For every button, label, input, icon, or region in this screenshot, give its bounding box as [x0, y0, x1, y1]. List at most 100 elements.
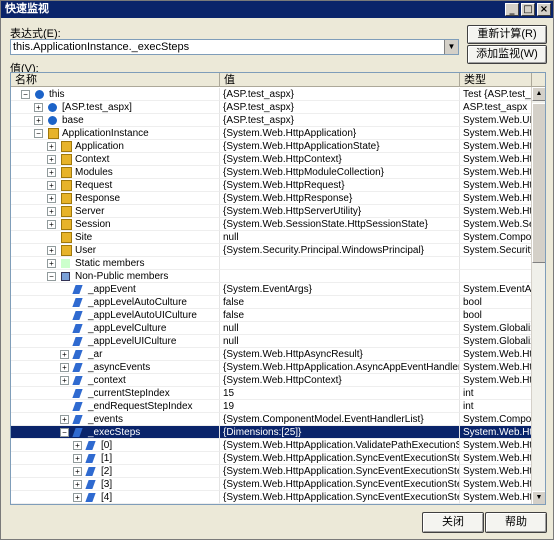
value-cell[interactable]: false: [220, 309, 460, 322]
value-cell[interactable]: 19: [220, 400, 460, 413]
column-header-type[interactable]: 类型: [460, 73, 532, 87]
expand-icon[interactable]: +: [73, 467, 82, 476]
name-cell[interactable]: + _asyncEvents: [11, 361, 220, 374]
tree-row[interactable]: + Static members: [11, 257, 532, 270]
value-cell[interactable]: {System.Security.Principal.WindowsPrinci…: [220, 244, 460, 257]
tree-row[interactable]: + Context {System.Web.HttpContext} System.W…: [11, 153, 532, 166]
name-cell[interactable]: + Request: [11, 179, 220, 192]
add-watch-button[interactable]: 添加监视(W): [467, 45, 547, 64]
name-cell[interactable]: Site: [11, 231, 220, 244]
expand-icon[interactable]: +: [60, 350, 69, 359]
expand-icon[interactable]: +: [47, 194, 56, 203]
expression-combo[interactable]: this.ApplicationInstance._execSteps ▼: [10, 39, 459, 55]
tree-row[interactable]: + [4] {System.Web.HttpApplication.SyncEven…: [11, 491, 532, 504]
tree-row[interactable]: _appLevelAutoCulture false bool: [11, 296, 532, 309]
value-cell[interactable]: {ASP.test_aspx}: [220, 101, 460, 114]
name-cell[interactable]: _appEvent: [11, 283, 220, 296]
value-cell[interactable]: {System.Web.HttpApplication.SyncEventExe…: [220, 452, 460, 465]
tree-row[interactable]: + Server {System.Web.HttpServerUtility} Sys…: [11, 205, 532, 218]
tree-row[interactable]: + base {ASP.test_aspx}System.Web.UI.Pa: [11, 114, 532, 127]
name-cell[interactable]: + base: [11, 114, 220, 127]
value-cell[interactable]: 15: [220, 387, 460, 400]
tree-row[interactable]: + Session {System.Web.SessionState.HttpSes…: [11, 218, 532, 231]
minimize-button[interactable]: _: [505, 3, 519, 16]
collapse-icon[interactable]: −: [47, 272, 56, 281]
tree-row[interactable]: − _execSteps {Dimensions:[25]} System.Web.H…: [11, 426, 532, 439]
close-button[interactable]: 关闭: [422, 512, 484, 533]
tree-row[interactable]: − Non-Public members: [11, 270, 532, 283]
value-cell[interactable]: {System.Web.HttpContext}: [220, 374, 460, 387]
value-cell[interactable]: {System.Web.HttpAsyncResult}: [220, 348, 460, 361]
name-cell[interactable]: + [ASP.test_aspx]: [11, 101, 220, 114]
name-cell[interactable]: _appLevelAutoUICulture: [11, 309, 220, 322]
value-cell[interactable]: {System.Web.HttpApplicationState}: [220, 140, 460, 153]
collapse-icon[interactable]: −: [60, 428, 69, 437]
name-cell[interactable]: _currentStepIndex: [11, 387, 220, 400]
column-header-name[interactable]: 名称: [11, 73, 220, 87]
tree-row[interactable]: _appEvent {System.EventArgs} System.EventA…: [11, 283, 532, 296]
value-cell[interactable]: {System.EventArgs}: [220, 283, 460, 296]
expand-icon[interactable]: +: [47, 155, 56, 164]
expression-value[interactable]: this.ApplicationInstance._execSteps: [13, 41, 189, 53]
tree-row[interactable]: _appLevelCulture nullSystem.Globalizatio: [11, 322, 532, 335]
close-window-button[interactable]: ×: [537, 3, 551, 16]
expand-icon[interactable]: +: [73, 441, 82, 450]
expand-icon[interactable]: +: [73, 454, 82, 463]
value-cell[interactable]: false: [220, 296, 460, 309]
tree-row[interactable]: + _context {System.Web.HttpContext} System.…: [11, 374, 532, 387]
value-cell[interactable]: {ASP.test_aspx}: [220, 114, 460, 127]
value-cell[interactable]: [220, 270, 460, 283]
tree-row[interactable]: _appLevelUICulture nullSystem.Globalizati…: [11, 335, 532, 348]
value-cell[interactable]: {System.Web.HttpApplication.AsyncAppEven…: [220, 361, 460, 374]
name-cell[interactable]: + Context: [11, 153, 220, 166]
scroll-down-icon[interactable]: ▼: [532, 491, 545, 504]
value-cell[interactable]: {System.Web.HttpApplication}: [220, 127, 460, 140]
maximize-button[interactable]: □: [521, 3, 535, 16]
tree-row[interactable]: _currentStepIndex 15 int: [11, 387, 532, 400]
expand-icon[interactable]: +: [47, 246, 56, 255]
value-cell[interactable]: {System.Web.HttpApplication.SyncEventExe…: [220, 491, 460, 504]
tree-row[interactable]: − ApplicationInstance {System.Web.HttpAppl…: [11, 127, 532, 140]
tree-row[interactable]: + Application {System.Web.HttpApplicationS…: [11, 140, 532, 153]
value-cell[interactable]: {System.Web.HttpApplication.ValidatePath…: [220, 439, 460, 452]
dropdown-arrow-icon[interactable]: ▼: [444, 40, 458, 54]
tree-row[interactable]: + [0] {System.Web.HttpApplication.Validate…: [11, 439, 532, 452]
tree-row[interactable]: + Response {System.Web.HttpResponse} System…: [11, 192, 532, 205]
name-cell[interactable]: _endRequestStepIndex: [11, 400, 220, 413]
name-cell[interactable]: _appLevelAutoCulture: [11, 296, 220, 309]
column-header-value[interactable]: 值: [220, 73, 460, 87]
expand-icon[interactable]: +: [47, 181, 56, 190]
expand-icon[interactable]: +: [60, 415, 69, 424]
expand-icon[interactable]: +: [47, 220, 56, 229]
name-cell[interactable]: + [3]: [11, 478, 220, 491]
name-cell[interactable]: + [0]: [11, 439, 220, 452]
tree-row[interactable]: + User {System.Security.Principal.WindowsP…: [11, 244, 532, 257]
name-cell[interactable]: _appLevelUICulture: [11, 335, 220, 348]
tree-row[interactable]: + Modules {System.Web.HttpModuleCollection…: [11, 166, 532, 179]
expand-icon[interactable]: +: [34, 103, 43, 112]
name-cell[interactable]: + Server: [11, 205, 220, 218]
value-cell[interactable]: {System.Web.HttpContext}: [220, 153, 460, 166]
value-cell[interactable]: {System.Web.HttpApplication.SyncEventExe…: [220, 465, 460, 478]
value-cell[interactable]: {ASP.test_aspx}: [220, 88, 460, 101]
name-cell[interactable]: _appLevelCulture: [11, 322, 220, 335]
tree-row[interactable]: + _events {System.ComponentModel.EventHand…: [11, 413, 532, 426]
name-cell[interactable]: + Response: [11, 192, 220, 205]
tree-row[interactable]: + _ar {System.Web.HttpAsyncResult} System.W…: [11, 348, 532, 361]
scroll-up-icon[interactable]: ▲: [532, 87, 545, 101]
value-cell[interactable]: {System.Web.HttpServerUtility}: [220, 205, 460, 218]
tree-row[interactable]: Site nullSystem.Componen: [11, 231, 532, 244]
value-cell[interactable]: {System.Web.HttpRequest}: [220, 179, 460, 192]
name-cell[interactable]: + _events: [11, 413, 220, 426]
name-cell[interactable]: + Static members: [11, 257, 220, 270]
name-cell[interactable]: + Modules: [11, 166, 220, 179]
scroll-thumb[interactable]: [532, 103, 545, 263]
expand-icon[interactable]: +: [47, 207, 56, 216]
collapse-icon[interactable]: −: [21, 90, 30, 99]
name-cell[interactable]: − Non-Public members: [11, 270, 220, 283]
expand-icon[interactable]: +: [47, 259, 56, 268]
value-cell[interactable]: {System.Web.HttpResponse}: [220, 192, 460, 205]
name-cell[interactable]: + Application: [11, 140, 220, 153]
name-cell[interactable]: + [4]: [11, 491, 220, 504]
name-cell[interactable]: + [2]: [11, 465, 220, 478]
